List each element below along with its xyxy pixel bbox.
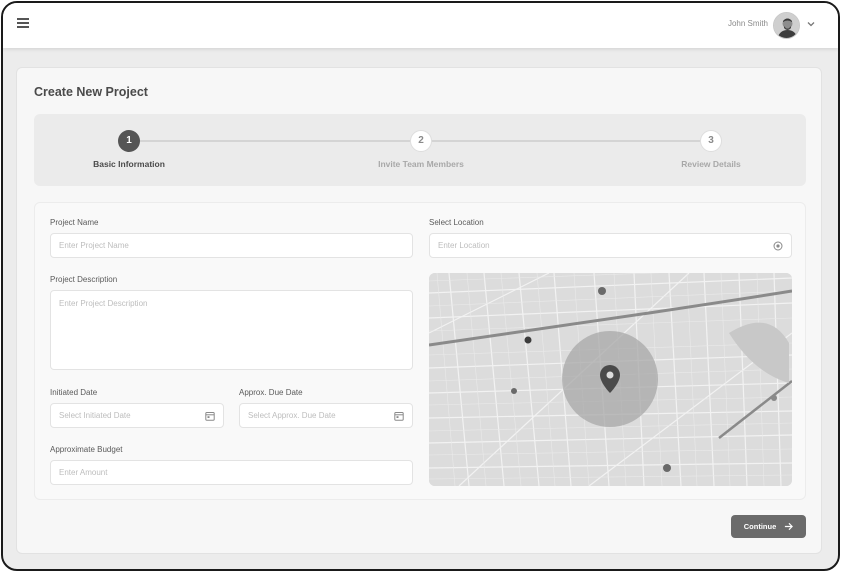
due-date-input[interactable]: Select Approx. Due Date [239, 403, 413, 428]
app-window: John Smith Create New Project 1 Basic In… [1, 1, 840, 571]
project-form: Project Name Enter Project Name Project … [34, 202, 806, 500]
step-connector [432, 140, 700, 142]
menu-icon[interactable] [17, 18, 29, 28]
step-1-label[interactable]: Basic Information [93, 159, 165, 169]
step-2-label[interactable]: Invite Team Members [378, 159, 464, 169]
location-label: Select Location [429, 218, 484, 227]
location-placeholder: Enter Location [438, 241, 490, 250]
top-bar: John Smith [3, 3, 838, 48]
location-map[interactable] [429, 273, 792, 486]
budget-input[interactable]: Enter Amount [50, 460, 413, 485]
initiated-date-placeholder: Select Initiated Date [59, 411, 131, 420]
avatar[interactable] [773, 12, 800, 39]
step-3-circle[interactable]: 3 [700, 130, 722, 152]
location-input[interactable]: Enter Location [429, 233, 792, 258]
due-date-placeholder: Select Approx. Due Date [248, 411, 336, 420]
project-name-label: Project Name [50, 218, 99, 227]
page-title: Create New Project [34, 85, 148, 99]
calendar-icon[interactable] [205, 411, 215, 421]
stepper: 1 Basic Information 2 Invite Team Member… [34, 114, 806, 186]
continue-button[interactable]: Continue [731, 515, 806, 538]
step-2-circle[interactable]: 2 [410, 130, 432, 152]
step-3-label[interactable]: Review Details [681, 159, 741, 169]
step-1-circle[interactable]: 1 [118, 130, 140, 152]
project-name-input[interactable]: Enter Project Name [50, 233, 413, 258]
budget-label: Approximate Budget [50, 445, 123, 454]
create-project-card: Create New Project 1 Basic Information 2… [16, 67, 822, 554]
project-name-placeholder: Enter Project Name [59, 241, 129, 250]
project-description-label: Project Description [50, 275, 118, 284]
project-description-textarea[interactable]: Enter Project Description [50, 290, 413, 370]
step-connector [140, 140, 410, 142]
continue-label: Continue [743, 522, 777, 531]
project-description-placeholder: Enter Project Description [59, 299, 148, 308]
budget-placeholder: Enter Amount [59, 468, 108, 477]
initiated-date-input[interactable]: Select Initiated Date [50, 403, 224, 428]
location-target-icon[interactable] [773, 241, 783, 251]
calendar-icon[interactable] [394, 411, 404, 421]
initiated-date-label: Initiated Date [50, 388, 98, 397]
arrow-right-icon [785, 522, 794, 531]
chevron-down-icon[interactable] [806, 19, 816, 29]
due-date-label: Approx. Due Date [239, 388, 303, 397]
user-name[interactable]: John Smith [728, 19, 768, 28]
